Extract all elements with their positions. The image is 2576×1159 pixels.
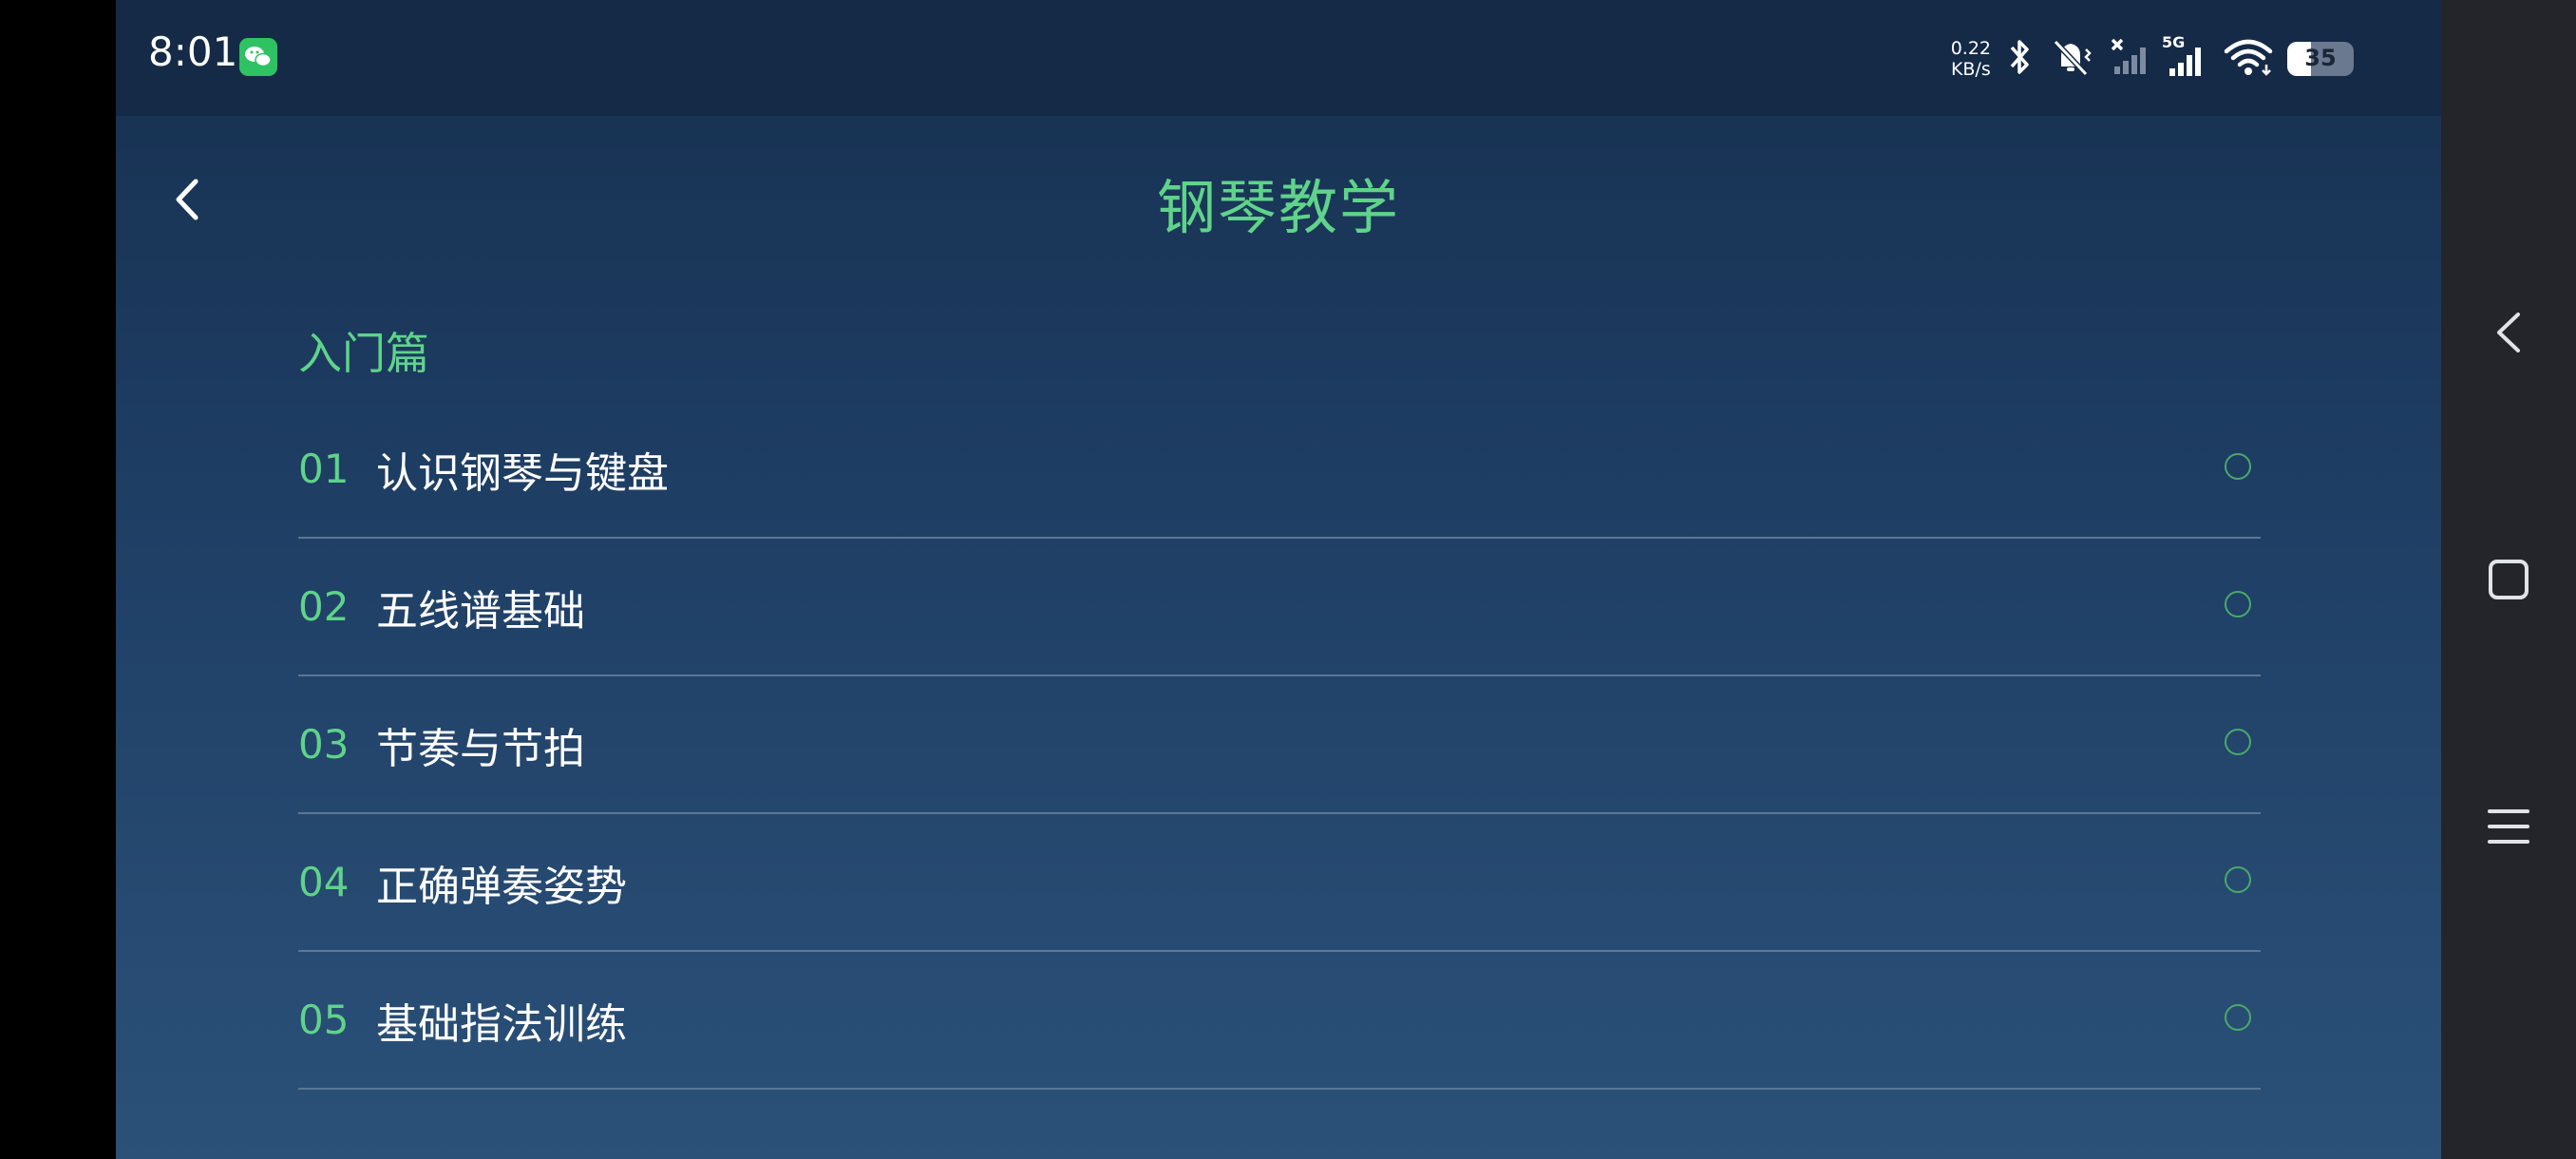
section-title: 入门篇 xyxy=(298,328,429,379)
lesson-status-circle-icon xyxy=(2225,453,2251,480)
lesson-item[interactable]: 04 正确弹奏姿势 xyxy=(298,814,2261,952)
nav-home-icon xyxy=(2489,560,2529,599)
lesson-status-circle-icon xyxy=(2225,591,2251,618)
app-window: 8:01 0.22 KB/s 5G 35 钢琴教学 入门篇 01 认识钢琴与键盘… xyxy=(116,0,2441,1159)
status-icons: 0.22 KB/s 5G 35 xyxy=(1951,28,2354,89)
nav-back-button[interactable] xyxy=(2475,299,2542,366)
lesson-item[interactable]: 01 认识钢琴与键盘 xyxy=(298,401,2261,539)
bluetooth-icon xyxy=(2004,36,2036,82)
lesson-list: 01 认识钢琴与键盘 02 五线谱基础 03 节奏与节拍 04 正确弹奏姿势 0… xyxy=(298,401,2261,1090)
battery-icon: 35 xyxy=(2287,42,2354,76)
screen: 8:01 0.22 KB/s 5G 35 钢琴教学 入门篇 01 认识钢琴与键盘… xyxy=(0,0,2576,1159)
nav-menu-button[interactable] xyxy=(2475,793,2542,860)
network-type-label: 5G xyxy=(2162,34,2185,51)
wifi-icon xyxy=(2223,36,2274,82)
lesson-title: 五线谱基础 xyxy=(376,586,585,636)
wechat-icon xyxy=(239,38,277,76)
lesson-number: 05 xyxy=(298,997,350,1043)
lesson-number: 01 xyxy=(298,446,350,492)
lesson-status-circle-icon xyxy=(2225,866,2251,893)
signal-icon xyxy=(2109,36,2147,82)
lesson-title: 基础指法训练 xyxy=(376,999,627,1049)
lesson-title: 认识钢琴与键盘 xyxy=(376,448,669,498)
mute-icon xyxy=(2050,36,2095,82)
status-bar: 8:01 0.22 KB/s 5G 35 xyxy=(116,0,2441,116)
system-nav-bar xyxy=(2441,0,2576,1159)
signal-5g-icon: 5G xyxy=(2160,33,2209,84)
lesson-item[interactable]: 03 节奏与节拍 xyxy=(298,676,2261,814)
lesson-title: 正确弹奏姿势 xyxy=(376,862,627,911)
lesson-item[interactable]: 02 五线谱基础 xyxy=(298,539,2261,676)
net-speed-unit: KB/s xyxy=(1950,59,1991,80)
page-title: 钢琴教学 xyxy=(1156,173,1400,242)
nav-menu-icon xyxy=(2488,809,2529,844)
net-speed: 0.22 KB/s xyxy=(1951,38,1991,80)
lesson-status-circle-icon xyxy=(2225,729,2251,755)
lesson-number: 03 xyxy=(298,721,350,768)
net-speed-value: 0.22 xyxy=(1950,38,1991,59)
lesson-title: 节奏与节拍 xyxy=(376,724,585,773)
nav-home-button[interactable] xyxy=(2475,546,2542,613)
lesson-status-circle-icon xyxy=(2225,1004,2251,1031)
lesson-number: 02 xyxy=(298,583,350,630)
battery-level: 35 xyxy=(2304,45,2337,71)
lesson-number: 04 xyxy=(298,859,350,905)
lesson-item[interactable]: 05 基础指法训练 xyxy=(298,952,2261,1090)
status-time: 8:01 xyxy=(148,28,238,75)
nav-back-icon xyxy=(2497,313,2520,352)
